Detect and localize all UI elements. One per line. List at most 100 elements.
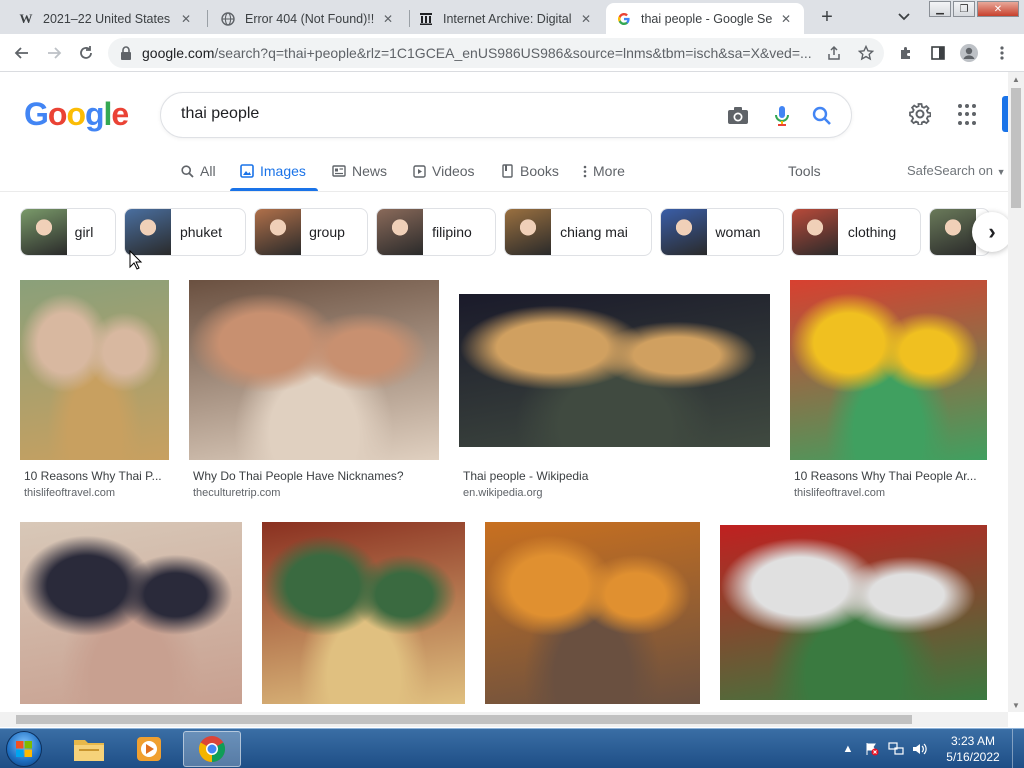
wikipedia-icon: W xyxy=(19,10,33,26)
search-icon[interactable] xyxy=(809,103,835,129)
browser-tab-google-search[interactable]: thai people - Google Sea ✕ xyxy=(606,3,804,34)
chip-label: girl xyxy=(74,224,94,240)
tab-videos[interactable]: Videos xyxy=(402,152,485,190)
result-title[interactable]: 10 Reasons Why Thai P... xyxy=(24,469,169,483)
tools-button[interactable]: Tools xyxy=(788,163,821,179)
close-icon[interactable]: ✕ xyxy=(178,11,194,27)
side-panel-icon[interactable] xyxy=(926,41,950,65)
show-desktop-button[interactable] xyxy=(1012,729,1024,768)
tab-news[interactable]: News xyxy=(322,152,397,190)
taskbar-file-explorer[interactable] xyxy=(60,731,118,767)
show-hidden-icons-icon[interactable]: ▲ xyxy=(840,741,856,757)
chip-label: clothing xyxy=(847,224,897,240)
result-thumbnail[interactable] xyxy=(20,522,242,704)
google-g-icon xyxy=(616,11,632,27)
result-source[interactable]: thislifeoftravel.com xyxy=(794,487,984,499)
search-input[interactable] xyxy=(181,105,701,123)
image-result[interactable] xyxy=(262,522,465,712)
chip-label: filipino xyxy=(432,224,472,240)
close-icon[interactable]: ✕ xyxy=(380,11,396,27)
result-title[interactable]: 10 Reasons Why Thai People Ar... xyxy=(794,469,984,483)
taskbar-clock[interactable]: 3:23 AM 5/16/2022 xyxy=(940,733,1006,765)
profile-avatar-icon[interactable] xyxy=(957,41,981,65)
result-thumbnail[interactable] xyxy=(262,522,465,704)
tab-label: Videos xyxy=(432,163,475,179)
image-result[interactable] xyxy=(720,525,988,712)
scroll-down-arrow-icon[interactable]: ▼ xyxy=(1008,698,1024,712)
address-bar[interactable]: google.com/search?q=thai+people&rlz=1C1G… xyxy=(108,38,884,68)
search-icon xyxy=(180,164,194,178)
result-source[interactable]: en.wikipedia.org xyxy=(463,487,769,499)
tab-search-icon[interactable] xyxy=(894,8,914,26)
chip-phuket[interactable]: phuket xyxy=(124,208,246,256)
taskbar-chrome[interactable] xyxy=(183,731,241,767)
chip-thumbnail xyxy=(505,209,551,255)
result-source[interactable]: thislifeoftravel.com xyxy=(24,487,169,499)
tab-books[interactable]: Books xyxy=(490,152,569,190)
maximize-button[interactable]: ❐ xyxy=(953,1,975,17)
windows-taskbar: ▲ 3:23 AM 5/16/2022 xyxy=(0,728,1024,768)
new-tab-button[interactable]: + xyxy=(816,6,838,28)
result-thumbnail[interactable] xyxy=(189,280,439,460)
image-result[interactable]: 10 Reasons Why Thai People Ar... thislif… xyxy=(790,280,988,500)
result-thumbnail[interactable] xyxy=(459,294,770,447)
result-title[interactable]: Thai people - Wikipedia xyxy=(463,469,769,483)
image-result[interactable]: 10 Reasons Why Thai P... thislifeoftrave… xyxy=(20,280,170,500)
browser-tab-internet-archive[interactable]: Internet Archive: Digital L ✕ xyxy=(408,3,604,34)
camera-search-icon[interactable] xyxy=(725,103,751,129)
tab-images[interactable]: Images xyxy=(230,152,318,191)
chip-group[interactable]: group xyxy=(254,208,368,256)
chip-woman[interactable]: woman xyxy=(660,208,784,256)
share-icon[interactable] xyxy=(822,41,846,65)
close-icon[interactable]: ✕ xyxy=(578,11,594,27)
url-text[interactable]: google.com/search?q=thai+people&rlz=1C1G… xyxy=(142,45,814,61)
start-button[interactable] xyxy=(6,731,42,767)
result-thumbnail[interactable] xyxy=(790,280,987,460)
result-thumbnail[interactable] xyxy=(485,522,700,704)
settings-gear-icon[interactable] xyxy=(906,100,934,128)
chevron-right-icon[interactable]: › xyxy=(972,212,1008,252)
network-icon[interactable] xyxy=(888,741,904,757)
close-icon[interactable]: ✕ xyxy=(778,11,794,27)
google-apps-icon[interactable] xyxy=(958,104,980,126)
chip-clothing[interactable]: clothing xyxy=(791,208,921,256)
result-thumbnail[interactable] xyxy=(20,280,169,460)
tab-title: thai people - Google Sea xyxy=(641,11,772,26)
extensions-puzzle-icon[interactable] xyxy=(894,41,918,65)
chip-girl[interactable]: girl xyxy=(20,208,116,256)
lock-icon[interactable] xyxy=(120,46,132,60)
horizontal-scrollbar[interactable] xyxy=(0,712,1008,727)
browser-tab-error-404[interactable]: Error 404 (Not Found)!!1 ✕ xyxy=(210,3,406,34)
close-window-button[interactable]: ✕ xyxy=(977,1,1019,17)
browser-tab-wikipedia[interactable]: W 2021–22 United States ne ✕ xyxy=(8,3,204,34)
result-title[interactable]: Why Do Thai People Have Nicknames? xyxy=(193,469,439,483)
back-button[interactable] xyxy=(10,41,34,65)
folder-icon xyxy=(74,740,104,761)
image-result[interactable] xyxy=(485,522,700,712)
microphone-icon[interactable] xyxy=(769,103,795,129)
browser-toolbar: google.com/search?q=thai+people&rlz=1C1G… xyxy=(0,34,1024,72)
tab-all[interactable]: All xyxy=(170,152,226,190)
scrollbar-thumb[interactable] xyxy=(1011,88,1021,208)
minimize-button[interactable]: ▁ xyxy=(929,1,951,17)
tab-more[interactable]: More xyxy=(572,152,635,190)
result-source[interactable]: theculturetrip.com xyxy=(193,487,439,499)
reload-button[interactable] xyxy=(74,41,98,65)
taskbar-media-player[interactable] xyxy=(120,731,178,767)
vertical-scrollbar[interactable]: ▲ ▼ xyxy=(1008,72,1024,712)
scrollbar-thumb[interactable] xyxy=(16,715,912,724)
image-result[interactable]: Why Do Thai People Have Nicknames? thecu… xyxy=(189,280,439,500)
browser-menu-icon[interactable] xyxy=(990,41,1014,65)
result-thumbnail[interactable] xyxy=(720,525,987,700)
scroll-up-arrow-icon[interactable]: ▲ xyxy=(1008,72,1024,86)
volume-speaker-icon[interactable] xyxy=(912,741,928,757)
chip-chiang-mai[interactable]: chiang mai xyxy=(504,208,652,256)
image-result[interactable]: Thai people - Wikipedia en.wikipedia.org xyxy=(459,280,771,500)
image-result[interactable] xyxy=(20,522,242,712)
chip-filipino[interactable]: filipino xyxy=(376,208,496,256)
action-center-flag-icon[interactable] xyxy=(864,741,880,757)
safesearch-button[interactable]: SafeSearch on ▼ xyxy=(907,163,1006,178)
google-logo[interactable]: Google xyxy=(24,96,129,133)
bookmark-star-icon[interactable] xyxy=(854,41,878,65)
forward-button[interactable] xyxy=(42,41,66,65)
